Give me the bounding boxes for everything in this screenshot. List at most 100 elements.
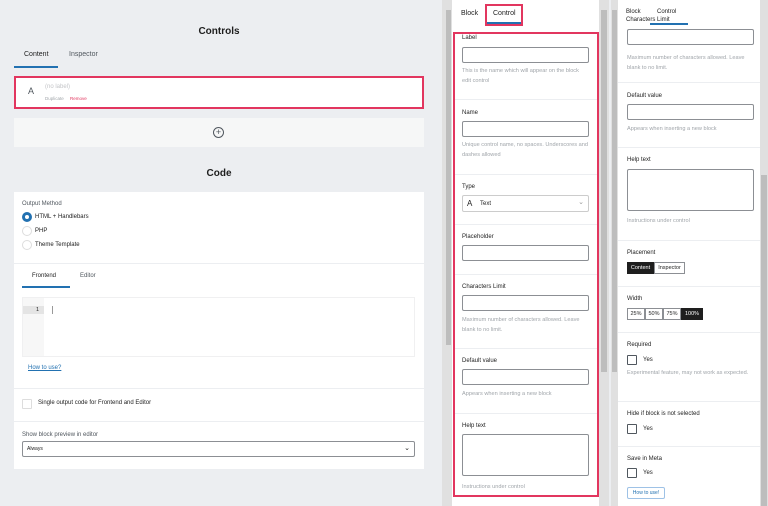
control-item[interactable]: A (no label) Duplicate Remove bbox=[14, 76, 424, 109]
radio-html-label: HTML + Handlebars bbox=[35, 214, 89, 220]
duplicate-link[interactable]: Duplicate bbox=[45, 96, 64, 101]
default-title: Default value bbox=[462, 358, 498, 364]
chars-help: Maximum number of characters allowed. Le… bbox=[627, 55, 745, 71]
divider bbox=[618, 240, 760, 241]
helptext-textarea[interactable] bbox=[462, 434, 589, 476]
meta-title: Save in Meta bbox=[627, 456, 663, 462]
type-select[interactable]: A Text ⌄ bbox=[462, 195, 589, 212]
radio-php-label: PHP bbox=[35, 228, 48, 234]
type-title: Type bbox=[462, 184, 476, 190]
name-help: Unique control name, no spaces. Undersco… bbox=[462, 142, 588, 158]
scrollbar[interactable] bbox=[760, 0, 768, 506]
helptext-textarea[interactable] bbox=[627, 169, 754, 211]
divider bbox=[618, 82, 760, 83]
how-to-use-button[interactable]: How to use! bbox=[627, 487, 665, 499]
default-help: Appears when inserting a new block bbox=[627, 126, 717, 132]
divider bbox=[455, 413, 597, 414]
remove-link[interactable]: Remove bbox=[70, 96, 87, 101]
code-title: Code bbox=[206, 168, 232, 179]
divider bbox=[618, 332, 760, 333]
divider bbox=[618, 446, 760, 447]
divider bbox=[14, 421, 424, 422]
radio-theme-label: Theme Template bbox=[35, 242, 80, 248]
tab-control[interactable]: Control bbox=[485, 4, 523, 26]
type-value: Text bbox=[480, 201, 492, 207]
hide-yes: Yes bbox=[643, 426, 653, 432]
required-checkbox[interactable] bbox=[627, 355, 637, 365]
helptext-title: Help text bbox=[462, 423, 486, 429]
placeholder-title: Placeholder bbox=[462, 234, 494, 240]
tab-block[interactable]: Block bbox=[461, 10, 478, 17]
required-help: Experimental feature, may not work as ex… bbox=[627, 370, 749, 376]
hide-checkbox[interactable] bbox=[627, 424, 637, 434]
width-title: Width bbox=[627, 296, 643, 302]
placement-content[interactable]: Content bbox=[627, 262, 654, 274]
label-help: This is the name which will appear on th… bbox=[462, 68, 579, 84]
tab-control-label: Control bbox=[493, 10, 516, 17]
default-input[interactable] bbox=[627, 104, 754, 120]
default-help: Appears when inserting a new block bbox=[462, 391, 552, 397]
scrollbar[interactable] bbox=[599, 0, 609, 506]
preview-label: Show block preview in editor bbox=[22, 432, 99, 438]
divider bbox=[455, 348, 597, 349]
single-output-checkbox[interactable] bbox=[22, 399, 32, 409]
width-50[interactable]: 50% bbox=[645, 308, 663, 320]
tab-underline bbox=[650, 23, 688, 25]
tab-editor[interactable]: Editor bbox=[80, 273, 96, 279]
divider bbox=[14, 388, 424, 389]
text-a-icon: A bbox=[467, 199, 473, 208]
scrollbar[interactable] bbox=[442, 0, 452, 506]
helptext-title: Help text bbox=[627, 157, 651, 163]
text-a-icon: A bbox=[28, 86, 35, 96]
meta-checkbox[interactable] bbox=[627, 468, 637, 478]
divider bbox=[455, 99, 597, 100]
chars-input[interactable] bbox=[627, 29, 754, 45]
how-to-use-link[interactable]: How to use? bbox=[28, 365, 61, 371]
placement-inspector[interactable]: Inspector bbox=[654, 262, 685, 274]
width-25[interactable]: 25% bbox=[627, 308, 645, 320]
radio-html[interactable] bbox=[22, 212, 32, 222]
helptext-help: Instructions under control bbox=[627, 218, 690, 224]
tab-frontend[interactable]: Frontend bbox=[32, 273, 56, 279]
placement-title: Placement bbox=[627, 250, 656, 256]
default-input[interactable] bbox=[462, 369, 589, 385]
chars-input[interactable] bbox=[462, 295, 589, 311]
divider bbox=[455, 224, 597, 225]
scrollbar[interactable] bbox=[611, 0, 618, 506]
controls-title: Controls bbox=[198, 26, 240, 37]
divider bbox=[14, 263, 424, 264]
tab-inspector[interactable]: Inspector bbox=[69, 51, 98, 58]
name-input[interactable] bbox=[462, 121, 589, 137]
width-75[interactable]: 75% bbox=[663, 308, 681, 320]
radio-php[interactable] bbox=[22, 226, 32, 236]
chevron-down-icon: ⌄ bbox=[578, 199, 584, 206]
name-title: Name bbox=[462, 110, 479, 116]
divider bbox=[618, 147, 760, 148]
hide-title: Hide if block is not selected bbox=[627, 411, 700, 417]
width-100[interactable]: 100% bbox=[681, 308, 703, 320]
tab-control[interactable]: Control bbox=[657, 9, 676, 15]
divider bbox=[618, 286, 760, 287]
required-yes: Yes bbox=[643, 357, 653, 363]
meta-yes: Yes bbox=[643, 470, 653, 476]
helptext-help: Instructions under control bbox=[462, 484, 525, 490]
tab-block[interactable]: Block bbox=[626, 9, 641, 15]
output-method-label: Output Method bbox=[22, 201, 62, 207]
chevron-down-icon: ⌄ bbox=[404, 445, 410, 452]
label-input[interactable] bbox=[462, 47, 589, 63]
placeholder-input[interactable] bbox=[462, 245, 589, 261]
divider bbox=[618, 401, 760, 402]
required-title: Required bbox=[627, 342, 652, 348]
label-title: Label bbox=[462, 35, 477, 41]
code-editor[interactable]: 1 bbox=[22, 297, 415, 357]
tab-underline bbox=[22, 286, 70, 288]
divider bbox=[455, 174, 597, 175]
chars-title: Characters Limit bbox=[462, 284, 506, 290]
single-output-label: Single output code for Frontend and Edit… bbox=[38, 400, 152, 406]
radio-theme-template[interactable] bbox=[22, 240, 32, 250]
preview-value: Always bbox=[27, 446, 43, 452]
tab-content[interactable]: Content bbox=[24, 51, 49, 58]
add-control-button[interactable]: + bbox=[14, 118, 424, 147]
control-label: (no label) bbox=[45, 84, 71, 90]
preview-select[interactable]: Always ⌄ bbox=[22, 441, 415, 457]
